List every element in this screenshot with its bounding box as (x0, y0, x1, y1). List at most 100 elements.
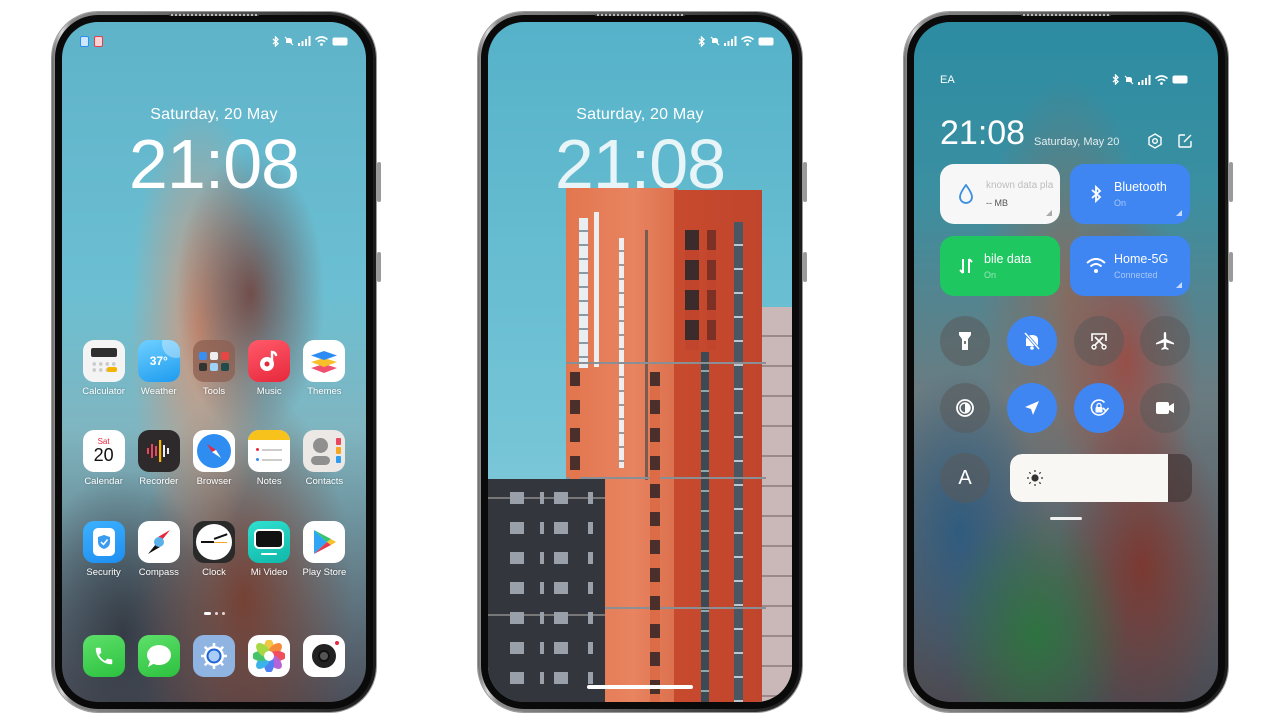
music-icon (248, 340, 291, 382)
mute-icon (284, 36, 294, 46)
toggle-silent[interactable] (1007, 316, 1057, 366)
settings-button[interactable] (1146, 132, 1164, 150)
app-clock[interactable]: Clock (186, 521, 241, 578)
tile-sub: Connected (1114, 270, 1158, 280)
app-notes[interactable]: Notes (242, 430, 297, 487)
app-row: Security Compass Clock Mi Video Play Sto… (76, 521, 352, 578)
app-browser[interactable]: Browser (186, 430, 241, 487)
toggle-screen-recorder[interactable] (1140, 383, 1190, 433)
phone-home-screen: Saturday, 20 May 21:08 Calculator 37° We… (52, 12, 381, 712)
mobile-data-icon (956, 256, 976, 276)
app-row: Calculator 37° Weather Tools Music Theme… (76, 340, 352, 397)
clock-time: 21:08 (128, 125, 300, 203)
power-button (1229, 252, 1233, 282)
phone-lock-screen: Saturday, 20 May 21:08 (478, 12, 807, 712)
app-weather[interactable]: 37° Weather (131, 340, 186, 397)
mute-icon (1124, 75, 1134, 84)
dock (76, 635, 352, 677)
bluetooth-icon (1086, 184, 1106, 204)
volume-button (803, 162, 807, 202)
app-recorder[interactable]: Recorder (131, 430, 186, 487)
dark-mode-icon (956, 399, 974, 417)
compass-icon (137, 521, 180, 563)
dock-gallery[interactable] (242, 635, 297, 677)
earpiece-speaker (595, 14, 685, 16)
tile-mobile-data[interactable]: bile data On (940, 236, 1060, 296)
earpiece-speaker (169, 14, 259, 16)
toggle-flashlight[interactable] (940, 316, 990, 366)
app-compass[interactable]: Compass (131, 521, 186, 578)
app-music[interactable]: Music (242, 340, 297, 397)
clock-time: 21:08 (940, 114, 1026, 152)
page-indicator[interactable] (62, 612, 366, 615)
tile-bluetooth[interactable]: Bluetooth On (1070, 164, 1190, 224)
power-button (803, 252, 807, 282)
brightness-sun-icon (1027, 470, 1043, 486)
app-label: Calculator (82, 386, 125, 397)
settings-icon (192, 635, 235, 677)
flashlight-icon (959, 332, 971, 350)
weather-temp: 37° (149, 354, 168, 368)
weather-icon: 37° (137, 340, 180, 382)
bluetooth-icon (698, 35, 705, 47)
dock-messages[interactable] (131, 635, 186, 677)
wifi-icon (1155, 74, 1168, 85)
app-label: Themes (307, 386, 342, 397)
expand-corner-icon (1046, 210, 1052, 216)
toggle-screenshot[interactable] (1074, 316, 1124, 366)
calendar-date: 20 (93, 445, 114, 465)
recorder-icon (137, 430, 180, 472)
phone-icon (82, 635, 125, 677)
toggle-rotation-lock[interactable] (1074, 383, 1124, 433)
dock-phone[interactable] (76, 635, 131, 677)
toggle-location[interactable] (1007, 383, 1057, 433)
edit-button[interactable] (1176, 132, 1194, 150)
app-label: Clock (202, 567, 226, 578)
sim1-icon (80, 35, 89, 47)
silent-bell-icon (1023, 332, 1041, 350)
security-icon (82, 521, 125, 563)
tile-sub: -- MB (986, 198, 1008, 208)
app-label: Music (256, 386, 282, 397)
wifi-icon (315, 36, 328, 46)
app-security[interactable]: Security (76, 521, 131, 578)
dock-camera[interactable] (297, 635, 352, 677)
control-center: EA 21:08 Saturday, May 20 known data pla… (914, 22, 1218, 702)
app-label: Mi Video (250, 567, 288, 578)
app-calculator[interactable]: Calculator (76, 340, 131, 397)
phone-control-center: EA 21:08 Saturday, May 20 known data pla… (904, 12, 1233, 712)
data-usage-icon (956, 184, 976, 204)
gallery-icon (248, 635, 291, 677)
battery-icon (332, 37, 348, 45)
app-tools-folder[interactable]: Tools (186, 340, 241, 397)
toggle-auto-brightness[interactable]: A (940, 453, 990, 503)
tile-wifi[interactable]: Home-5G Connected (1070, 236, 1190, 296)
swipe-up-handle[interactable] (587, 685, 693, 689)
drag-handle[interactable] (1050, 517, 1082, 520)
tile-data-usage[interactable]: known data pla -- MB (940, 164, 1060, 224)
wifi-icon (741, 36, 754, 46)
app-play-store[interactable]: Play Store (297, 521, 352, 578)
video-camera-icon (1156, 402, 1174, 414)
battery-icon (758, 37, 774, 45)
tile-sub: On (984, 270, 997, 280)
app-label: Tools (202, 386, 226, 397)
toggle-dark-mode[interactable] (940, 383, 990, 433)
tile-title: bile data (984, 252, 1032, 266)
app-calendar[interactable]: Sat 20 Calendar (76, 430, 131, 487)
dock-settings[interactable] (186, 635, 241, 677)
mi-video-icon (248, 521, 291, 563)
play-store-icon (303, 521, 346, 563)
volume-button (377, 162, 381, 202)
toggle-airplane-mode[interactable] (1140, 316, 1190, 366)
date-label: Saturday, 20 May (150, 106, 278, 123)
rotation-lock-icon (1090, 399, 1110, 416)
app-mi-video[interactable]: Mi Video (242, 521, 297, 578)
status-bar (1112, 74, 1188, 85)
expand-corner-icon (1176, 282, 1182, 288)
app-contacts[interactable]: Contacts (297, 430, 352, 487)
app-label: Contacts (305, 476, 344, 487)
app-themes[interactable]: Themes (297, 340, 352, 397)
brightness-slider[interactable] (1010, 454, 1192, 502)
expand-corner-icon (1176, 210, 1182, 216)
